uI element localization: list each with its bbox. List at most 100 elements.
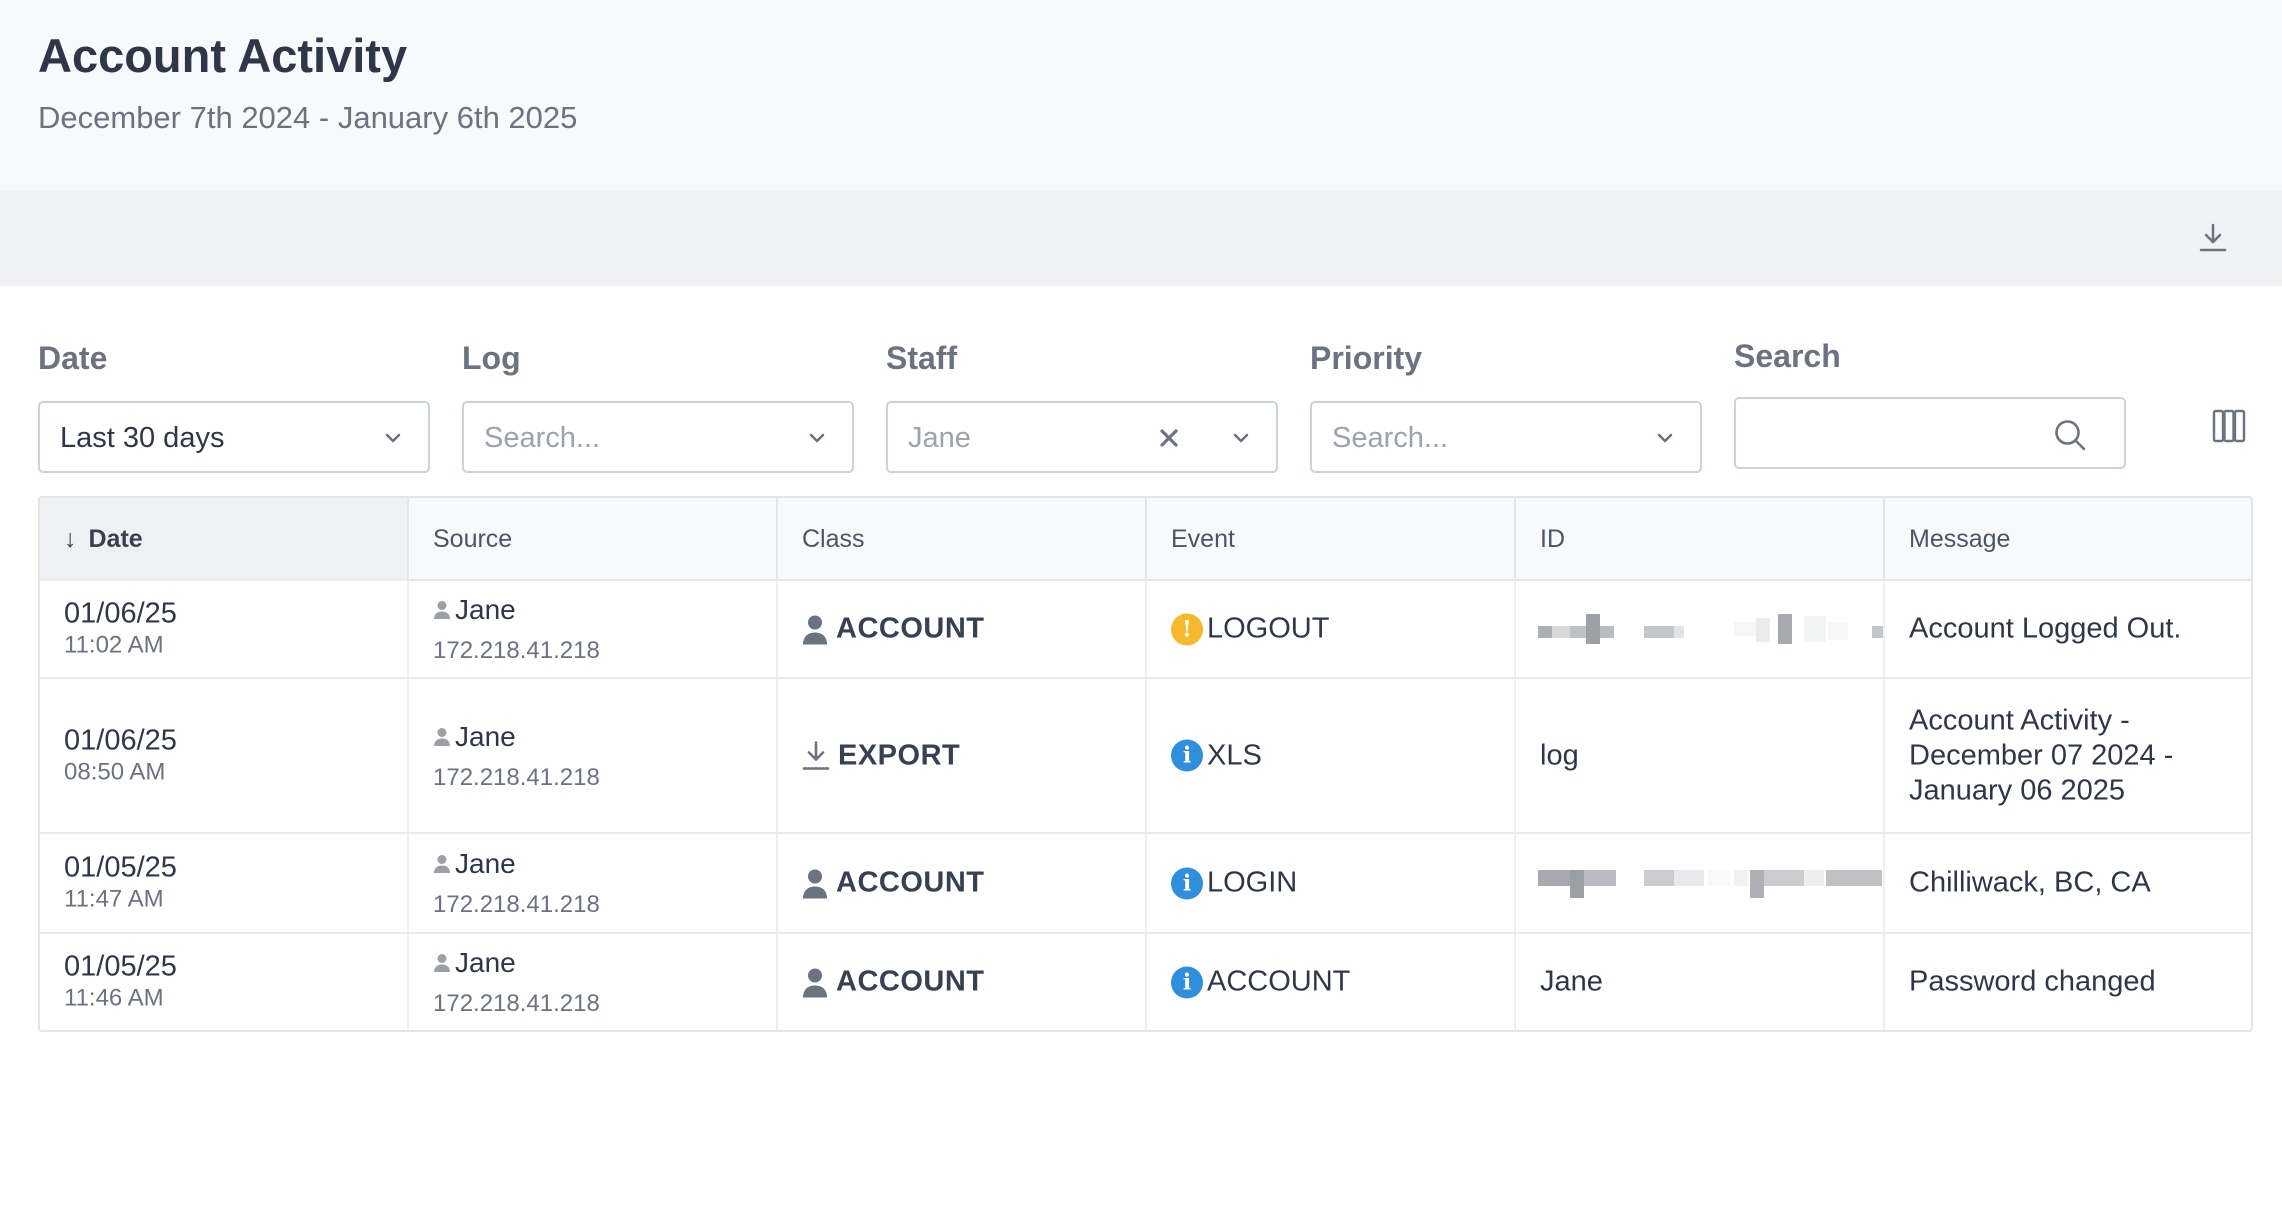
search-filter-label: Search [1734, 338, 1841, 374]
column-header-label: Message [1909, 525, 2011, 553]
date-range-value: Last 30 days [60, 422, 225, 454]
log-filter-label: Log [462, 340, 521, 376]
user-icon [803, 968, 827, 997]
priority-filter-label: Priority [1310, 340, 1423, 376]
date-filter-label: Date [38, 340, 108, 376]
user-icon [434, 954, 450, 972]
row-user: Jane [455, 594, 516, 625]
row-date: 01/06/25 [64, 724, 177, 756]
staff-select-value: Jane [908, 422, 971, 454]
page-header: Account Activity December 7th 2024 - Jan… [0, 0, 2282, 190]
event-cell: i LOGIN [1147, 834, 1516, 932]
log-select[interactable]: Search... [462, 401, 854, 473]
class-cell: EXPORT [778, 679, 1147, 832]
row-time: 11:47 AM [64, 885, 164, 913]
download-icon[interactable] [2196, 221, 2230, 255]
event-cell: i XLS [1147, 679, 1516, 832]
row-message: Password changed [1909, 965, 2156, 998]
user-icon [434, 855, 450, 873]
table-row[interactable]: 01/05/25 11:46 AM Jane 172.218.41.218 AC… [40, 934, 2251, 1030]
row-date: 01/05/25 [64, 950, 177, 983]
row-event: ACCOUNT [1207, 965, 1351, 998]
search-input-wrapper [1734, 397, 2126, 469]
info-icon: i [1171, 739, 1203, 772]
clear-icon[interactable] [1156, 425, 1182, 451]
user-icon [434, 601, 450, 619]
chevron-down-icon [1233, 433, 1249, 443]
row-user: Jane [455, 947, 516, 978]
row-ip: 172.218.41.218 [433, 637, 600, 664]
priority-filter: Priority Search... [1310, 340, 1702, 473]
column-header-date[interactable]: ↓ Date [40, 498, 409, 581]
column-header-event[interactable]: Event [1147, 498, 1516, 581]
page-subtitle: December 7th 2024 - January 6th 2025 [38, 100, 578, 135]
row-event: XLS [1207, 739, 1262, 771]
column-header-label: Date [88, 525, 143, 553]
row-id: log [1540, 739, 1579, 771]
column-header-label: Source [433, 525, 513, 553]
row-time: 08:50 AM [64, 758, 166, 785]
table-row[interactable]: 01/06/25 11:02 AM Jane 172.218.41.218 AC… [40, 581, 2251, 679]
info-icon: i [1171, 966, 1203, 998]
warning-icon: ! [1171, 613, 1203, 645]
chevron-down-icon [385, 433, 401, 443]
row-class: ACCOUNT [836, 965, 985, 998]
redacted-id [1538, 614, 1883, 644]
id-cell: Jane [1516, 934, 1885, 1030]
download-icon [802, 741, 830, 770]
redacted-id [1538, 868, 1883, 898]
id-cell [1516, 834, 1885, 932]
message-cell: Account Logged Out. [1885, 581, 2251, 677]
date-cell: 01/05/25 11:47 AM [40, 834, 409, 932]
column-header-label: ID [1540, 525, 1565, 553]
column-header-message[interactable]: Message [1885, 498, 2251, 581]
table-header: ↓ Date Source Class Event ID Message [40, 498, 2251, 581]
event-cell: ! LOGOUT [1147, 581, 1516, 677]
search-icon[interactable] [2052, 417, 2088, 453]
info-icon: i [1171, 867, 1203, 899]
sort-arrow-down-icon: ↓ [64, 525, 77, 553]
staff-select[interactable]: Jane [886, 401, 1278, 473]
log-select-placeholder: Search... [484, 422, 601, 454]
table-row[interactable]: 01/06/25 08:50 AM Jane 172.218.41.218 EX… [40, 679, 2251, 834]
activity-table: ↓ Date Source Class Event ID Message 01/… [38, 496, 2253, 1032]
row-user: Jane [455, 720, 516, 752]
column-header-id[interactable]: ID [1516, 498, 1885, 581]
row-ip: 172.218.41.218 [433, 990, 600, 1017]
class-cell: ACCOUNT [778, 581, 1147, 677]
table-row[interactable]: 01/05/25 11:47 AM Jane 172.218.41.218 AC… [40, 834, 2251, 934]
row-date: 01/05/25 [64, 851, 177, 884]
page-title: Account Activity [38, 29, 408, 82]
row-ip: 172.218.41.218 [433, 891, 600, 918]
row-id: Jane [1540, 965, 1603, 998]
id-cell: log [1516, 679, 1885, 832]
source-cell: Jane 172.218.41.218 [409, 834, 778, 932]
staff-filter-label: Staff [886, 340, 958, 376]
message-cell: Chilliwack, BC, CA [1885, 834, 2251, 932]
staff-filter: Staff Jane [886, 340, 1278, 473]
chevron-down-icon [1657, 433, 1673, 443]
row-message: Account Activity - December 07 2024 - Ja… [1909, 704, 2174, 806]
date-cell: 01/06/25 11:02 AM [40, 581, 409, 677]
priority-select-placeholder: Search... [1332, 422, 1449, 454]
user-icon [434, 727, 450, 746]
log-filter: Log Search... [462, 340, 854, 473]
date-cell: 01/05/25 11:46 AM [40, 934, 409, 1030]
column-header-class[interactable]: Class [778, 498, 1147, 581]
row-ip: 172.218.41.218 [433, 763, 600, 791]
toolbar [0, 190, 2282, 286]
row-time: 11:02 AM [64, 631, 164, 659]
date-range-select[interactable]: Last 30 days [38, 401, 430, 473]
column-header-label: Class [802, 525, 865, 553]
priority-select[interactable]: Search... [1310, 401, 1702, 473]
search-input[interactable] [1750, 411, 2050, 455]
row-message: Account Logged Out. [1909, 612, 2182, 645]
row-class: EXPORT [838, 739, 961, 771]
user-icon [803, 869, 827, 898]
row-user: Jane [455, 848, 516, 879]
columns-icon[interactable] [2212, 409, 2246, 443]
date-filter: Date Last 30 days [38, 340, 430, 473]
row-event: LOGOUT [1207, 612, 1330, 645]
source-cell: Jane 172.218.41.218 [409, 934, 778, 1030]
column-header-source[interactable]: Source [409, 498, 778, 581]
